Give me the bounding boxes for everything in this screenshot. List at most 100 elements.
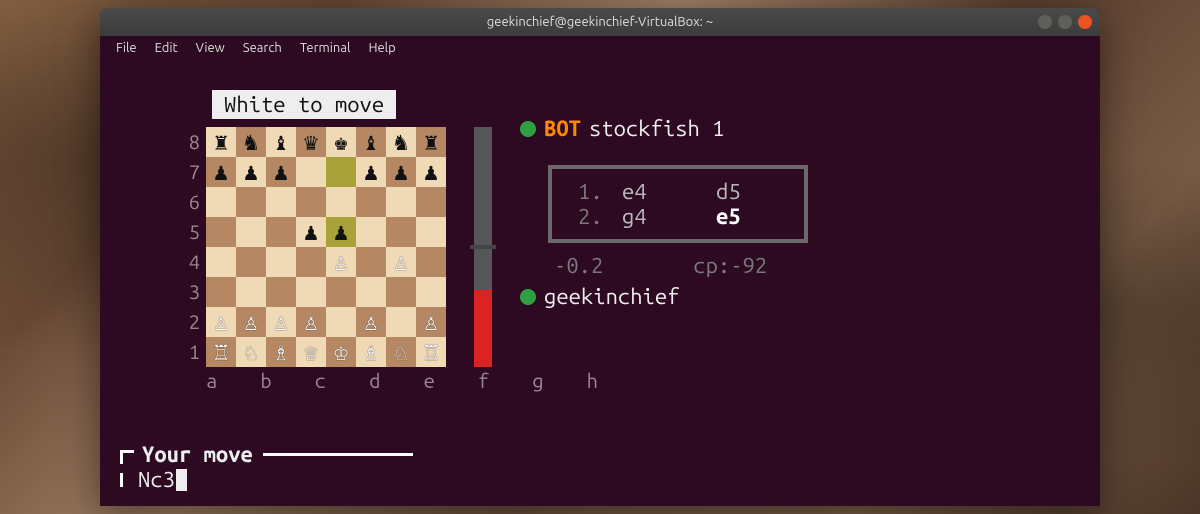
square[interactable]: ♞ [386, 127, 416, 157]
piece-icon[interactable]: ♕ [304, 340, 318, 364]
square[interactable] [236, 247, 266, 277]
piece-icon[interactable]: ♞ [394, 130, 408, 154]
square[interactable]: ♖ [416, 337, 446, 367]
square[interactable]: ♝ [266, 127, 296, 157]
piece-icon[interactable]: ♜ [424, 130, 438, 154]
piece-icon[interactable]: ♖ [214, 340, 228, 364]
square[interactable]: ♞ [236, 127, 266, 157]
piece-icon[interactable]: ♟ [394, 160, 408, 184]
square[interactable] [356, 247, 386, 277]
piece-icon[interactable]: ♟ [214, 160, 228, 184]
piece-icon[interactable]: ♝ [364, 130, 378, 154]
maximize-button[interactable] [1058, 15, 1072, 29]
square[interactable]: ♖ [206, 337, 236, 367]
piece-icon[interactable]: ♖ [424, 340, 438, 364]
square[interactable] [326, 187, 356, 217]
minimize-button[interactable] [1038, 15, 1052, 29]
square[interactable] [206, 277, 236, 307]
square[interactable]: ♙ [386, 247, 416, 277]
square[interactable] [266, 247, 296, 277]
square[interactable]: ♝ [356, 127, 386, 157]
square[interactable]: ♟ [296, 217, 326, 247]
square[interactable] [386, 187, 416, 217]
chess-board[interactable]: ♜ ♞ ♝ ♛ ♚ ♝ ♞ ♜ ♟ ♟ ♟ ♟ ♟ ♟ ♟ ♟ ♙ ♙ ♙ ♙ ♙ ♙ ♙ ♙ ♖ ♘ ♗ ♕ ♔ ♗ ♘ ♖ [206, 127, 446, 367]
square[interactable] [266, 187, 296, 217]
square[interactable] [266, 277, 296, 307]
menu-view[interactable]: View [188, 39, 233, 57]
square[interactable] [236, 187, 266, 217]
piece-icon[interactable]: ♗ [274, 340, 288, 364]
piece-icon[interactable]: ♙ [304, 310, 318, 334]
square[interactable]: ♟ [326, 217, 356, 247]
square[interactable]: ♙ [416, 307, 446, 337]
piece-icon[interactable]: ♟ [304, 220, 318, 244]
piece-icon[interactable]: ♙ [334, 250, 348, 274]
piece-icon[interactable]: ♘ [244, 340, 258, 364]
terminal-body[interactable]: White to move 87654321 ♜♞♝♛♚♝♞♜♟♟♟♟♟♟♟♟♙… [100, 60, 1100, 506]
square[interactable] [266, 217, 296, 247]
window-titlebar[interactable]: geekinchief@geekinchief-VirtualBox: ~ [100, 8, 1100, 36]
square[interactable] [206, 217, 236, 247]
square[interactable] [326, 277, 356, 307]
piece-icon[interactable]: ♜ [214, 130, 228, 154]
square[interactable] [296, 157, 326, 187]
square[interactable]: ♟ [356, 157, 386, 187]
square[interactable] [296, 247, 326, 277]
move-black[interactable]: e5 [716, 204, 776, 229]
square[interactable] [206, 247, 236, 277]
piece-icon[interactable]: ♟ [424, 160, 438, 184]
piece-icon[interactable]: ♝ [274, 130, 288, 154]
square[interactable]: ♕ [296, 337, 326, 367]
piece-icon[interactable]: ♟ [334, 220, 348, 244]
square[interactable]: ♙ [266, 307, 296, 337]
square[interactable]: ♜ [416, 127, 446, 157]
square[interactable]: ♙ [206, 307, 236, 337]
square[interactable] [296, 277, 326, 307]
menu-help[interactable]: Help [360, 39, 403, 57]
square[interactable]: ♟ [266, 157, 296, 187]
square[interactable] [236, 217, 266, 247]
piece-icon[interactable]: ♔ [334, 340, 348, 364]
square[interactable]: ♙ [326, 247, 356, 277]
square[interactable]: ♘ [386, 337, 416, 367]
square[interactable] [356, 217, 386, 247]
square[interactable]: ♙ [236, 307, 266, 337]
piece-icon[interactable]: ♙ [274, 310, 288, 334]
piece-icon[interactable]: ♙ [424, 310, 438, 334]
piece-icon[interactable]: ♙ [394, 250, 408, 274]
square[interactable]: ♟ [416, 157, 446, 187]
square[interactable] [416, 247, 446, 277]
move-white[interactable]: e4 [622, 179, 702, 204]
square[interactable]: ♘ [236, 337, 266, 367]
square[interactable] [416, 217, 446, 247]
piece-icon[interactable]: ♙ [214, 310, 228, 334]
close-button[interactable] [1078, 15, 1092, 29]
menu-file[interactable]: File [108, 39, 145, 57]
square[interactable] [206, 187, 236, 217]
square[interactable]: ♙ [296, 307, 326, 337]
piece-icon[interactable]: ♘ [394, 340, 408, 364]
move-white[interactable]: g4 [622, 204, 702, 229]
menu-search[interactable]: Search [235, 39, 290, 57]
piece-icon[interactable]: ♟ [274, 160, 288, 184]
square[interactable]: ♗ [356, 337, 386, 367]
square[interactable]: ♙ [356, 307, 386, 337]
menu-terminal[interactable]: Terminal [292, 39, 359, 57]
square[interactable]: ♟ [236, 157, 266, 187]
square[interactable]: ♚ [326, 127, 356, 157]
piece-icon[interactable]: ♗ [364, 340, 378, 364]
piece-icon[interactable]: ♙ [244, 310, 258, 334]
square[interactable] [356, 187, 386, 217]
square[interactable] [386, 217, 416, 247]
piece-icon[interactable]: ♛ [304, 130, 318, 154]
square[interactable]: ♜ [206, 127, 236, 157]
piece-icon[interactable]: ♟ [364, 160, 378, 184]
square[interactable] [296, 187, 326, 217]
square[interactable]: ♟ [386, 157, 416, 187]
move-input[interactable]: Nc3 [138, 467, 175, 492]
piece-icon[interactable]: ♟ [244, 160, 258, 184]
square[interactable] [416, 187, 446, 217]
square[interactable] [326, 307, 356, 337]
square[interactable]: ♟ [206, 157, 236, 187]
menu-edit[interactable]: Edit [147, 39, 186, 57]
